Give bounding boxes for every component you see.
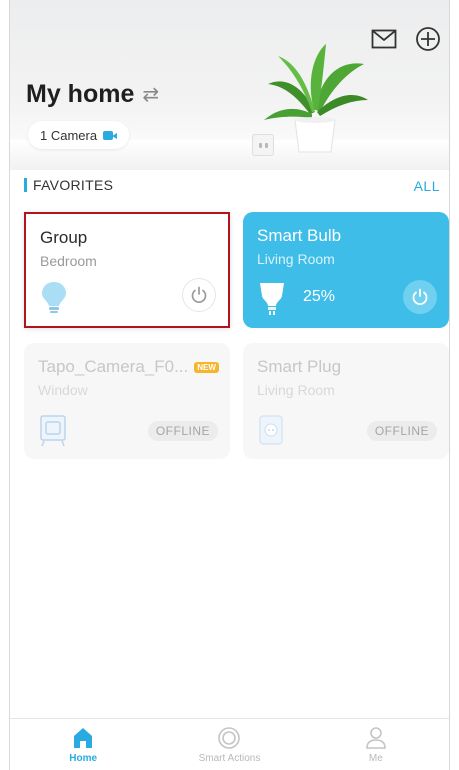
mail-icon[interactable]: [369, 24, 399, 54]
device-room: Window: [38, 382, 88, 398]
smart-actions-icon: [218, 726, 241, 749]
tab-label: Home: [69, 752, 98, 764]
new-badge: NEW: [194, 361, 219, 373]
app-screen: My home ⇄ 1 Camera FAVORITES ALL Group B…: [9, 0, 450, 770]
add-device-icon[interactable]: [413, 24, 443, 54]
device-card-smart-plug[interactable]: Smart Plug Living Room OFFLINE: [243, 343, 449, 459]
brightness-value: 25%: [303, 288, 336, 305]
tab-label: Smart Actions: [198, 752, 261, 764]
video-camera-icon: [103, 130, 118, 140]
plant-illustration: [264, 44, 368, 153]
favorites-header: FAVORITES ALL: [24, 176, 440, 196]
favorites-label: FAVORITES: [24, 178, 113, 192]
device-card-camera[interactable]: Tapo_Camera_F0... NEW Window OFFLINE: [24, 343, 230, 459]
swap-home-icon: ⇄: [142, 84, 160, 106]
camera-device-icon: [40, 415, 66, 447]
device-card-group[interactable]: Group Bedroom: [24, 212, 230, 328]
all-link[interactable]: ALL: [414, 178, 440, 194]
device-room: Living Room: [257, 382, 335, 398]
header-actions: [369, 24, 449, 54]
tab-home[interactable]: Home: [23, 726, 143, 764]
bottom-tab-bar: Home Smart Actions Me: [10, 718, 449, 770]
wall-outlet-illustration: [252, 134, 274, 156]
device-name: Smart Plug: [257, 357, 342, 376]
device-room: Bedroom: [40, 253, 97, 269]
device-card-smart-bulb[interactable]: Smart Bulb Living Room 25%: [243, 212, 449, 328]
person-icon: [366, 726, 386, 749]
tab-label: Me: [368, 752, 383, 764]
power-icon: [191, 286, 207, 303]
page-title: My home: [26, 80, 135, 108]
home-icon: [74, 727, 93, 748]
home-switcher[interactable]: My home ⇄: [26, 80, 159, 109]
tab-me[interactable]: Me: [316, 726, 436, 764]
tab-smart-actions[interactable]: Smart Actions: [169, 726, 289, 764]
device-name: Group: [40, 228, 88, 247]
device-name: Smart Bulb: [257, 226, 342, 245]
spot-bulb-icon: [260, 283, 284, 315]
power-button[interactable]: [182, 278, 216, 312]
camera-count-label: 1 Camera: [40, 127, 98, 143]
power-button[interactable]: [403, 280, 437, 314]
offline-badge: OFFLINE: [147, 421, 218, 441]
plug-icon: [259, 415, 283, 445]
bulb-icon: [42, 282, 66, 313]
camera-count-chip[interactable]: 1 Camera: [28, 121, 130, 149]
device-name: Tapo_Camera_F0...: [38, 357, 189, 376]
power-icon: [412, 288, 428, 306]
offline-badge: OFFLINE: [366, 421, 437, 441]
device-room: Living Room: [257, 251, 335, 267]
